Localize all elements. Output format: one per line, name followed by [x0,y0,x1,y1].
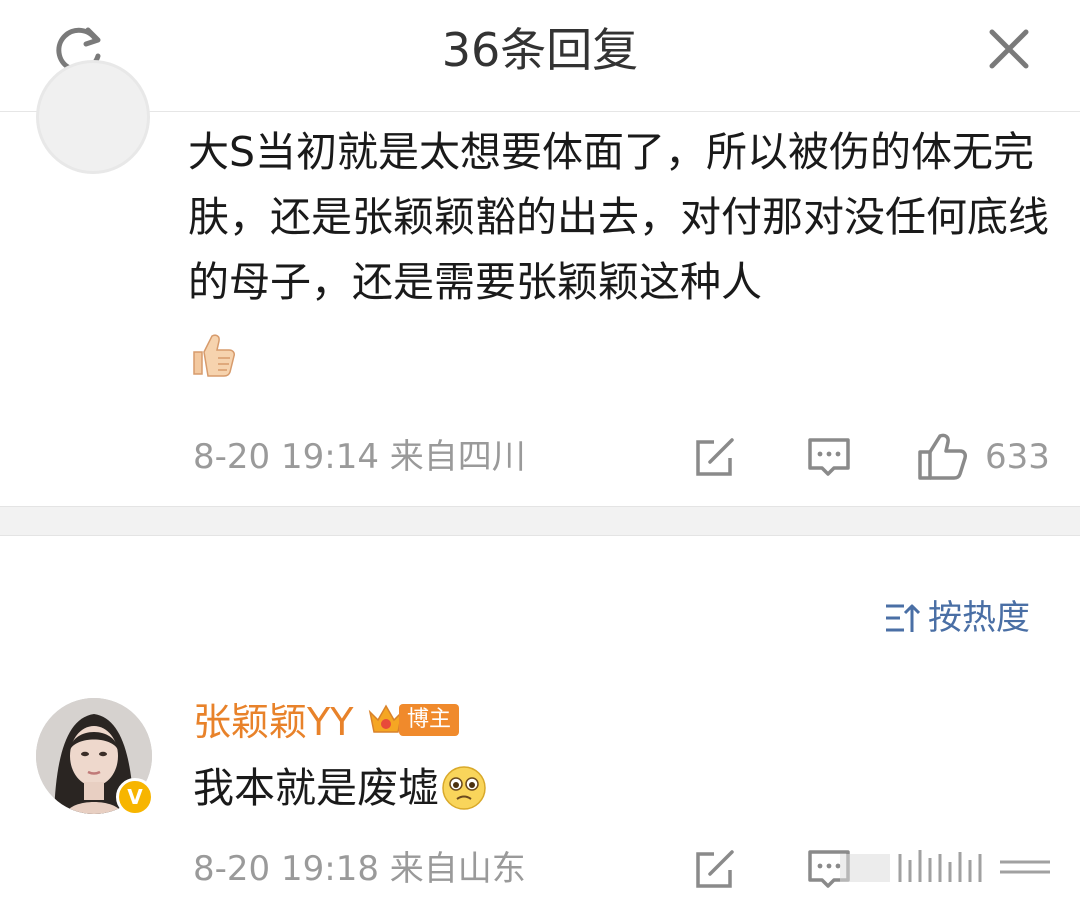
like-icon[interactable] [916,432,968,482]
comment-body: 大S当初就是太想要体面了，所以被伤的体无完肤，还是张颖颖豁的出去，对付那对没任何… [188,120,1058,380]
section-divider [0,506,1080,536]
comment-icon[interactable] [806,434,852,480]
author-badge: 博主 [399,704,460,736]
avatar[interactable] [36,60,150,174]
watermark-icon [840,850,1050,882]
comment-text: 大S当初就是太想要体面了，所以被伤的体无完肤，还是张颖颖豁的出去，对付那对没任何… [188,128,1049,306]
share-edit-icon[interactable] [692,434,738,480]
share-edit-icon[interactable] [692,846,738,892]
username[interactable]: 张颖颖YY [193,696,353,748]
comment-text: 我本就是废墟 [193,764,439,812]
comment-time: 8-20 19:18 来自山东 [193,849,526,889]
comment-meta: 8-20 19:14 来自四川 633 [0,432,1080,482]
sad-emoji-icon [442,766,486,810]
sort-label: 按热度 [928,598,1030,638]
comment-time: 8-20 19:14 来自四川 [193,437,526,477]
like-count: 633 [985,437,1050,477]
close-icon[interactable] [984,24,1034,74]
page-title: 36条回复 [441,23,639,77]
thumbs-up-emoji-icon [193,334,235,377]
sort-icon [886,604,920,632]
comment-body: 我本就是废墟 [193,758,487,818]
dialog-header: 36条回复 [0,0,1080,112]
verified-badge-icon: V [116,778,154,816]
